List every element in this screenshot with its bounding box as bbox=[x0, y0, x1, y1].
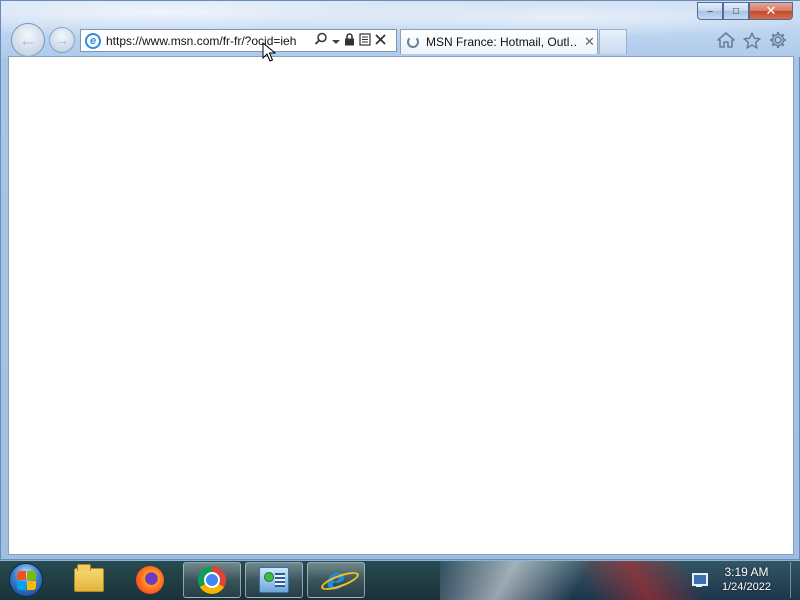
taskbar-clock[interactable]: 3:19 AM 1/24/2022 bbox=[722, 565, 771, 595]
show-desktop-button[interactable] bbox=[790, 562, 800, 598]
clock-time: 3:19 AM bbox=[724, 565, 769, 579]
search-icon[interactable] bbox=[314, 32, 328, 49]
address-bar-tools bbox=[314, 32, 386, 49]
tab-title: MSN France: Hotmail, Outl… bbox=[426, 35, 578, 49]
url-text[interactable]: https://www.msn.com/fr-fr/?ocid=ieh bbox=[106, 34, 310, 48]
window-caption-buttons: – □ ✕ bbox=[697, 2, 793, 20]
clock-date: 1/24/2022 bbox=[722, 581, 771, 593]
browser-window: – □ ✕ ← → e https://www.msn.com/fr-fr/?o… bbox=[0, 0, 800, 560]
taskbar-windows-explorer[interactable] bbox=[60, 562, 118, 598]
control-panel-icon bbox=[259, 567, 289, 593]
lock-icon[interactable] bbox=[344, 32, 355, 49]
back-arrow-icon: ← bbox=[19, 29, 37, 50]
page-content-area[interactable] bbox=[8, 56, 794, 555]
taskbar-control-panel[interactable] bbox=[245, 562, 303, 598]
stop-icon[interactable] bbox=[375, 33, 386, 48]
system-tray: 3:19 AM 1/24/2022 bbox=[688, 562, 800, 598]
taskbar-firefox[interactable] bbox=[121, 562, 179, 598]
maximize-button[interactable]: □ bbox=[723, 2, 749, 20]
network-icon[interactable] bbox=[690, 572, 708, 588]
address-bar[interactable]: e https://www.msn.com/fr-fr/?ocid=ieh bbox=[80, 29, 397, 52]
tab-msn[interactable]: MSN France: Hotmail, Outl… ✕ bbox=[400, 29, 598, 54]
compatibility-view-icon[interactable] bbox=[359, 32, 371, 49]
site-ie-icon: e bbox=[85, 32, 101, 49]
chrome-icon bbox=[198, 566, 226, 594]
taskbar bbox=[0, 560, 800, 600]
close-window-button[interactable]: ✕ bbox=[749, 2, 793, 20]
folder-icon bbox=[74, 564, 104, 592]
dropdown-arrow-icon[interactable] bbox=[332, 34, 340, 48]
forward-arrow-icon: → bbox=[55, 32, 69, 48]
firefox-icon bbox=[136, 566, 164, 594]
tools-gear-icon[interactable] bbox=[769, 31, 787, 54]
new-tab-button[interactable] bbox=[599, 29, 627, 54]
ie-icon: e bbox=[319, 565, 362, 595]
taskbar-chrome[interactable] bbox=[183, 562, 241, 598]
home-icon[interactable] bbox=[717, 32, 735, 53]
tab-close-icon[interactable]: ✕ bbox=[584, 34, 595, 50]
favorites-star-icon[interactable] bbox=[743, 31, 761, 54]
windows-logo-icon bbox=[9, 563, 43, 597]
browser-toolbar-icons bbox=[717, 31, 787, 54]
start-button[interactable] bbox=[6, 562, 46, 598]
minimize-button[interactable]: – bbox=[697, 2, 723, 20]
forward-button[interactable]: → bbox=[49, 27, 75, 53]
loading-spinner-icon bbox=[407, 36, 419, 48]
taskbar-internet-explorer[interactable]: e bbox=[307, 562, 365, 598]
back-button[interactable]: ← bbox=[11, 23, 45, 57]
